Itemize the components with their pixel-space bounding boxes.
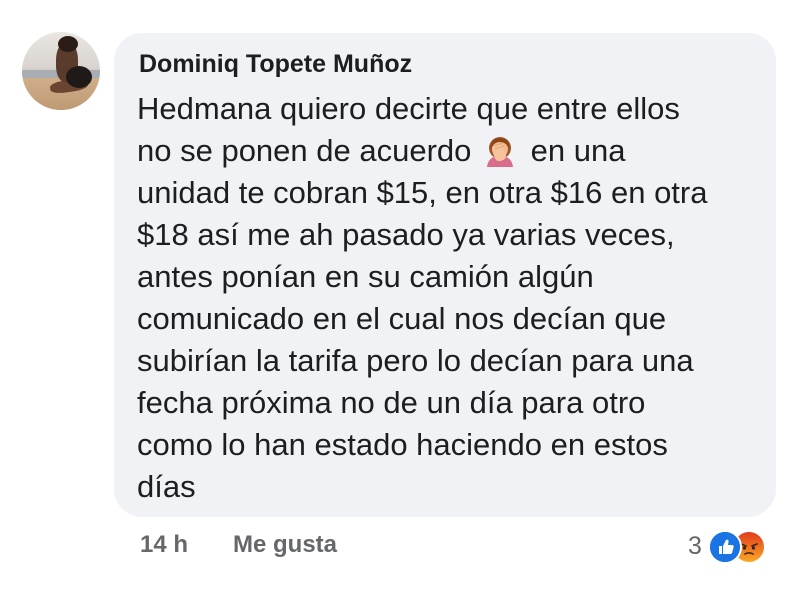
message-line: subirían la tarifa pero lo decían para u…	[137, 343, 694, 378]
like-button[interactable]: Me gusta	[233, 531, 337, 559]
comment-timestamp[interactable]: 14 h	[140, 531, 188, 559]
message-line: fecha próxima no de un día para otro	[137, 385, 646, 420]
avatar-figure-hair	[58, 36, 78, 52]
message-line: como lo han estado haciendo en estos	[137, 427, 668, 462]
avatar[interactable]	[22, 32, 100, 110]
message-text-before-emoji: no se ponen de acuerdo	[137, 133, 472, 168]
message-text-after-emoji: en una	[530, 133, 626, 168]
message-line: $18 así me ah pasado ya varias veces,	[137, 217, 675, 252]
message-line-with-emoji: no se ponen de acuerdo en una	[137, 130, 767, 172]
reaction-count: 3	[688, 532, 702, 560]
comment-author[interactable]: Dominiq Topete Muñoz	[139, 50, 412, 79]
comment-message: Hedmana quiero decirte que entre ellos n…	[137, 88, 767, 508]
message-line: antes ponían en su camión algún	[137, 259, 594, 294]
avatar-figure-hip	[66, 66, 92, 88]
message-line: comunicado en el cual nos decían que	[137, 301, 667, 336]
comment-bubble: Dominiq Topete Muñoz Hedmana quiero deci…	[114, 33, 776, 517]
message-line: unidad te cobran $15, en otra $16 en otr…	[137, 175, 708, 210]
like-reaction-icon	[708, 530, 742, 564]
reactions-summary[interactable]: 3	[688, 527, 788, 567]
message-line: Hedmana quiero decirte que entre ellos	[137, 91, 680, 126]
comment-screen: Dominiq Topete Muñoz Hedmana quiero deci…	[0, 0, 800, 600]
message-line: días	[137, 469, 196, 504]
woman-facepalming-icon	[487, 137, 514, 167]
